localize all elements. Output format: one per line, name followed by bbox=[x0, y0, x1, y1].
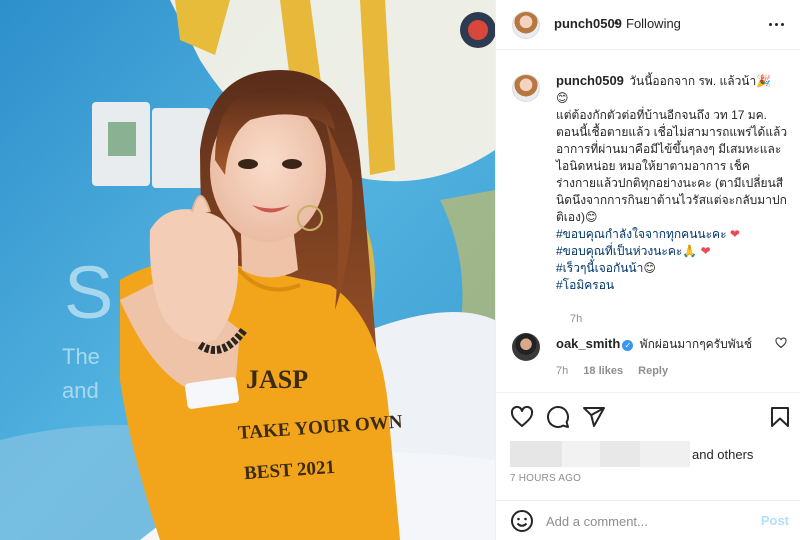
comments-section: punch0509 วันนี้ออกจาก รพ. แล้วน้า🎉 😊 แต… bbox=[496, 58, 800, 392]
hashtag-link[interactable]: #ขอบคุณกำลังใจจากทุกคนนะคะ bbox=[556, 227, 727, 241]
caption-line: อาการที่ผ่านมาคือมีไข้ขึ้นๆลงๆ มีเสมหะแล… bbox=[556, 142, 782, 156]
hashtag-emoji: ❤ bbox=[726, 227, 740, 241]
caption-username[interactable]: punch0509 bbox=[556, 73, 624, 88]
hashtag-line: #ขอบคุณกำลังใจจากทุกคนนะคะ ❤ bbox=[556, 226, 794, 243]
hashtag-link[interactable]: #เร็วๆนี้เจอกันน้า bbox=[556, 261, 643, 275]
commenter-username[interactable]: oak_smith bbox=[556, 336, 620, 351]
comment-meta: 7h 18 likes Reply bbox=[556, 365, 680, 377]
bookmark-icon[interactable] bbox=[768, 405, 792, 429]
following-button[interactable]: Following bbox=[626, 16, 681, 31]
post-button[interactable]: Post bbox=[761, 513, 789, 528]
wall-text-and: and bbox=[62, 378, 99, 403]
hashtag-link[interactable]: #โอมิครอน bbox=[556, 278, 614, 292]
comment-heart-icon[interactable] bbox=[775, 337, 787, 349]
caption-line: นิดนึงจากการกินยาต้านไวรัสแต่จะกลับมาปก bbox=[556, 193, 787, 207]
liker-avatars-blurred[interactable] bbox=[510, 441, 562, 467]
post-header: punch0509 • Following bbox=[496, 0, 800, 50]
liker-name-blurred[interactable] bbox=[600, 441, 640, 467]
author-username[interactable]: punch0509 bbox=[554, 16, 622, 31]
comment-line: oak_smith ✓ พักผ่อนมากๆครับพันช์ bbox=[556, 335, 752, 354]
hashtag-emoji: 😊 bbox=[643, 261, 656, 275]
post-timestamp[interactable]: 7 HOURS AGO bbox=[510, 473, 581, 484]
caption-author-avatar[interactable] bbox=[512, 74, 540, 102]
hashtag-emoji: 🙏 ❤ bbox=[682, 244, 711, 258]
post-photo: S The and JASP TAKE YOUR OWN BEST 2021 bbox=[0, 0, 495, 540]
caption-timestamp[interactable]: 7h bbox=[570, 313, 582, 325]
wall-text-the: The bbox=[62, 344, 100, 369]
liker-name-blurred[interactable] bbox=[640, 441, 690, 467]
caption-line: ร่างกายแล้วปกติทุกอย่างนะคะ (ตามีเปลี่ยน… bbox=[556, 176, 784, 190]
emoji-icon[interactable] bbox=[510, 509, 534, 533]
hashtag-line: #โอมิครอน bbox=[556, 277, 794, 294]
share-icon[interactable] bbox=[582, 405, 606, 429]
hashtag-link[interactable]: #ขอบคุณที่เป็นห่วงนะคะ bbox=[556, 244, 682, 258]
comment-likes[interactable]: 18 likes bbox=[583, 365, 623, 377]
post-image: S The and JASP TAKE YOUR OWN BEST 2021 bbox=[0, 0, 495, 540]
add-comment-bar: Post bbox=[496, 500, 800, 540]
verified-icon: ✓ bbox=[622, 340, 634, 351]
likes-others-link[interactable]: and others bbox=[692, 447, 753, 462]
wall-letter-s: S bbox=[64, 251, 113, 334]
comment-icon[interactable] bbox=[546, 405, 570, 429]
hashtag-line: #ขอบคุณที่เป็นห่วงนะคะ🙏 ❤ bbox=[556, 243, 794, 260]
comment-text: พักผ่อนมากๆครับพันช์ bbox=[639, 337, 752, 351]
caption-line: punch0509 วันนี้ออกจาก รพ. แล้วน้า🎉 bbox=[556, 72, 794, 90]
shirt-text-1: JASP bbox=[246, 365, 308, 394]
likes-row: and others bbox=[510, 441, 795, 467]
separator-dot: • bbox=[614, 15, 619, 30]
caption-line-text: วันนี้ออกจาก รพ. แล้วน้า🎉 bbox=[629, 74, 772, 88]
caption-line: ตอนนี้เชื้อตายแล้ว เชื่อไม่สามารถแพร่ได้… bbox=[556, 125, 788, 139]
heart-icon[interactable] bbox=[510, 405, 534, 429]
caption-line: ติเอง)😊 bbox=[556, 210, 598, 224]
author-avatar[interactable] bbox=[512, 11, 540, 39]
more-icon[interactable] bbox=[765, 13, 787, 35]
caption-line: แต่ต้องกักตัวต่อที่บ้านอีกจนถึง วท 17 มค… bbox=[556, 108, 768, 122]
hashtag-line: #เร็วๆนี้เจอกันน้า😊 bbox=[556, 260, 794, 277]
liker-name-blurred[interactable] bbox=[562, 441, 600, 467]
comment-time[interactable]: 7h bbox=[556, 365, 568, 377]
caption-text: punch0509 วันนี้ออกจาก รพ. แล้วน้า🎉 😊 แต… bbox=[556, 72, 794, 294]
post-side-panel: punch0509 • Following punch0509 วันนี้ออ… bbox=[495, 0, 800, 540]
comment-input[interactable] bbox=[546, 511, 746, 531]
reply-button[interactable]: Reply bbox=[638, 365, 668, 377]
caption-line: 😊 bbox=[556, 91, 569, 105]
caption-line: ไอนิดหน่อย หมอให้ยาตามอาการ เช็ค bbox=[556, 159, 750, 173]
commenter-avatar[interactable] bbox=[512, 333, 540, 361]
action-bar: and others 7 HOURS AGO bbox=[496, 392, 800, 500]
